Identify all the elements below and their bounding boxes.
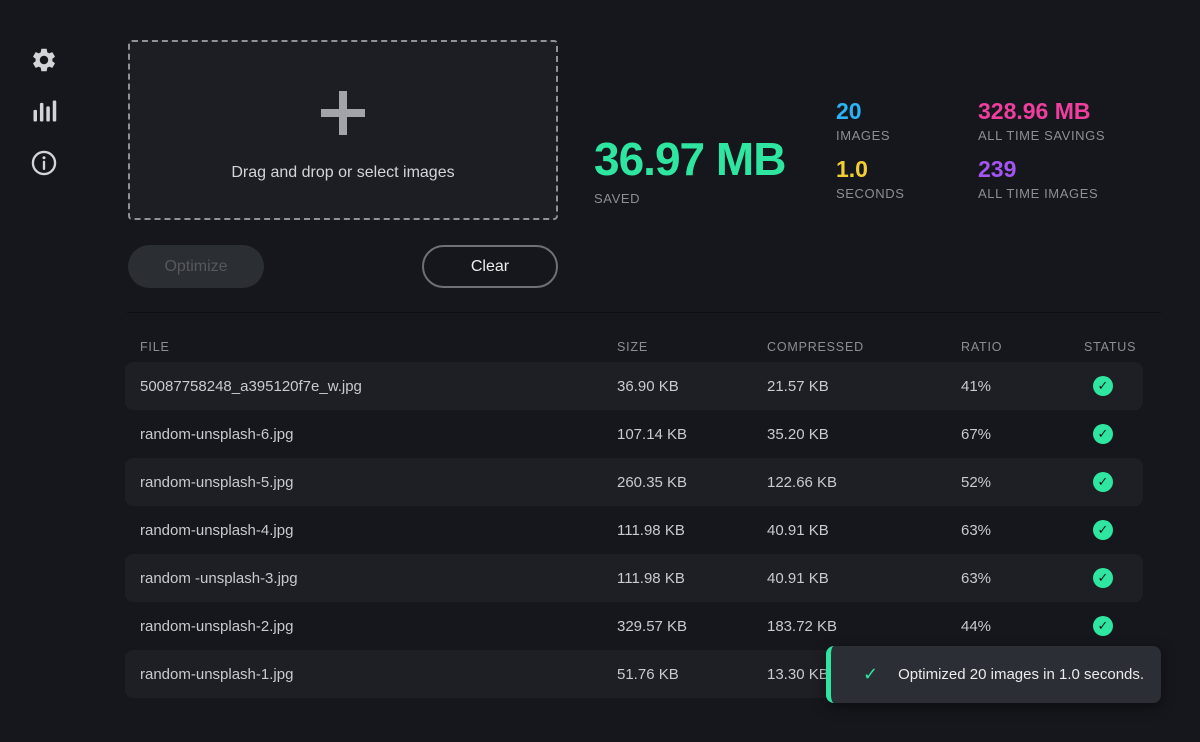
cell-compressed: 40.91 KB (767, 522, 961, 539)
seconds-value: 1.0 (836, 157, 905, 182)
optimizer-app-window: Drag and drop or select images 36.97 MB … (0, 0, 1200, 742)
table-row: random-unsplash-6.jpg 107.14 KB 35.20 KB… (125, 410, 1143, 458)
cell-size: 111.98 KB (617, 522, 767, 539)
saved-label: SAVED (594, 191, 785, 206)
check-icon: ✓ (863, 664, 878, 685)
optimize-button[interactable]: Optimize (128, 245, 264, 288)
cell-ratio: 63% (961, 570, 1084, 587)
cell-ratio: 44% (961, 618, 1084, 635)
results-table: FILE SIZE COMPRESSED RATIO STATUS 500877… (125, 332, 1143, 698)
toast-notification: ✓ Optimized 20 images in 1.0 seconds. (826, 646, 1161, 703)
cell-compressed: 40.91 KB (767, 570, 961, 587)
status-check-icon: ✓ (1093, 376, 1113, 396)
all-time-savings-label: ALL TIME SAVINGS (978, 128, 1105, 143)
all-time-images-label: ALL TIME IMAGES (978, 186, 1098, 201)
cell-size: 36.90 KB (617, 378, 767, 395)
col-header-size: SIZE (617, 340, 767, 354)
col-header-compressed: COMPRESSED (767, 340, 961, 354)
table-row: random-unsplash-4.jpg 111.98 KB 40.91 KB… (125, 506, 1143, 554)
status-check-icon: ✓ (1093, 472, 1113, 492)
cell-file: random-unsplash-2.jpg (125, 618, 617, 635)
cell-file: random-unsplash-6.jpg (125, 426, 617, 443)
cell-size: 107.14 KB (617, 426, 767, 443)
cell-status: ✓ (1084, 520, 1143, 540)
info-icon[interactable] (30, 149, 58, 177)
status-check-icon: ✓ (1093, 520, 1113, 540)
toast-message: Optimized 20 images in 1.0 seconds. (898, 666, 1144, 683)
table-row: 50087758248_a395120f7e_w.jpg 36.90 KB 21… (125, 362, 1143, 410)
plus-icon (308, 78, 378, 148)
cell-size: 111.98 KB (617, 570, 767, 587)
image-dropzone[interactable]: Drag and drop or select images (128, 40, 558, 220)
cell-compressed: 183.72 KB (767, 618, 961, 635)
cell-status: ✓ (1084, 472, 1143, 492)
cell-ratio: 67% (961, 426, 1084, 443)
table-header-row: FILE SIZE COMPRESSED RATIO STATUS (125, 332, 1143, 362)
cell-ratio: 52% (961, 474, 1084, 491)
stat-saved: 36.97 MB SAVED (594, 134, 785, 206)
col-header-status: STATUS (1084, 340, 1143, 354)
status-check-icon: ✓ (1093, 424, 1113, 444)
cell-file: random-unsplash-4.jpg (125, 522, 617, 539)
cell-size: 51.76 KB (617, 666, 767, 683)
stat-images: 20 IMAGES (836, 99, 890, 143)
saved-value: 36.97 MB (594, 134, 785, 185)
table-row: random-unsplash-5.jpg 260.35 KB 122.66 K… (125, 458, 1143, 506)
divider (127, 312, 1161, 313)
col-header-file: FILE (125, 340, 617, 354)
stat-all-time-savings: 328.96 MB ALL TIME SAVINGS (978, 99, 1105, 143)
clear-button[interactable]: Clear (422, 245, 558, 288)
cell-status: ✓ (1084, 616, 1143, 636)
stat-seconds: 1.0 SECONDS (836, 157, 905, 201)
cell-file: random -unsplash-3.jpg (125, 570, 617, 587)
status-check-icon: ✓ (1093, 568, 1113, 588)
table-row: random -unsplash-3.jpg 111.98 KB 40.91 K… (125, 554, 1143, 602)
images-label: IMAGES (836, 128, 890, 143)
all-time-savings-value: 328.96 MB (978, 99, 1105, 124)
cell-file: 50087758248_a395120f7e_w.jpg (125, 378, 617, 395)
col-header-ratio: RATIO (961, 340, 1084, 354)
gear-icon[interactable] (30, 46, 58, 74)
cell-status: ✓ (1084, 376, 1143, 396)
cell-ratio: 63% (961, 522, 1084, 539)
stat-all-time-images: 239 ALL TIME IMAGES (978, 157, 1098, 201)
cell-size: 329.57 KB (617, 618, 767, 635)
cell-file: random-unsplash-1.jpg (125, 666, 617, 683)
cell-compressed: 122.66 KB (767, 474, 961, 491)
cell-compressed: 35.20 KB (767, 426, 961, 443)
cell-status: ✓ (1084, 568, 1143, 588)
seconds-label: SECONDS (836, 186, 905, 201)
cell-file: random-unsplash-5.jpg (125, 474, 617, 491)
cell-size: 260.35 KB (617, 474, 767, 491)
images-value: 20 (836, 99, 890, 124)
cell-status: ✓ (1084, 424, 1143, 444)
status-check-icon: ✓ (1093, 616, 1113, 636)
cell-ratio: 41% (961, 378, 1084, 395)
bar-chart-icon[interactable] (30, 97, 58, 125)
sidebar (0, 0, 90, 742)
table-row: random-unsplash-2.jpg 329.57 KB 183.72 K… (125, 602, 1143, 650)
dropzone-label: Drag and drop or select images (231, 164, 454, 182)
all-time-images-value: 239 (978, 157, 1098, 182)
cell-compressed: 21.57 KB (767, 378, 961, 395)
